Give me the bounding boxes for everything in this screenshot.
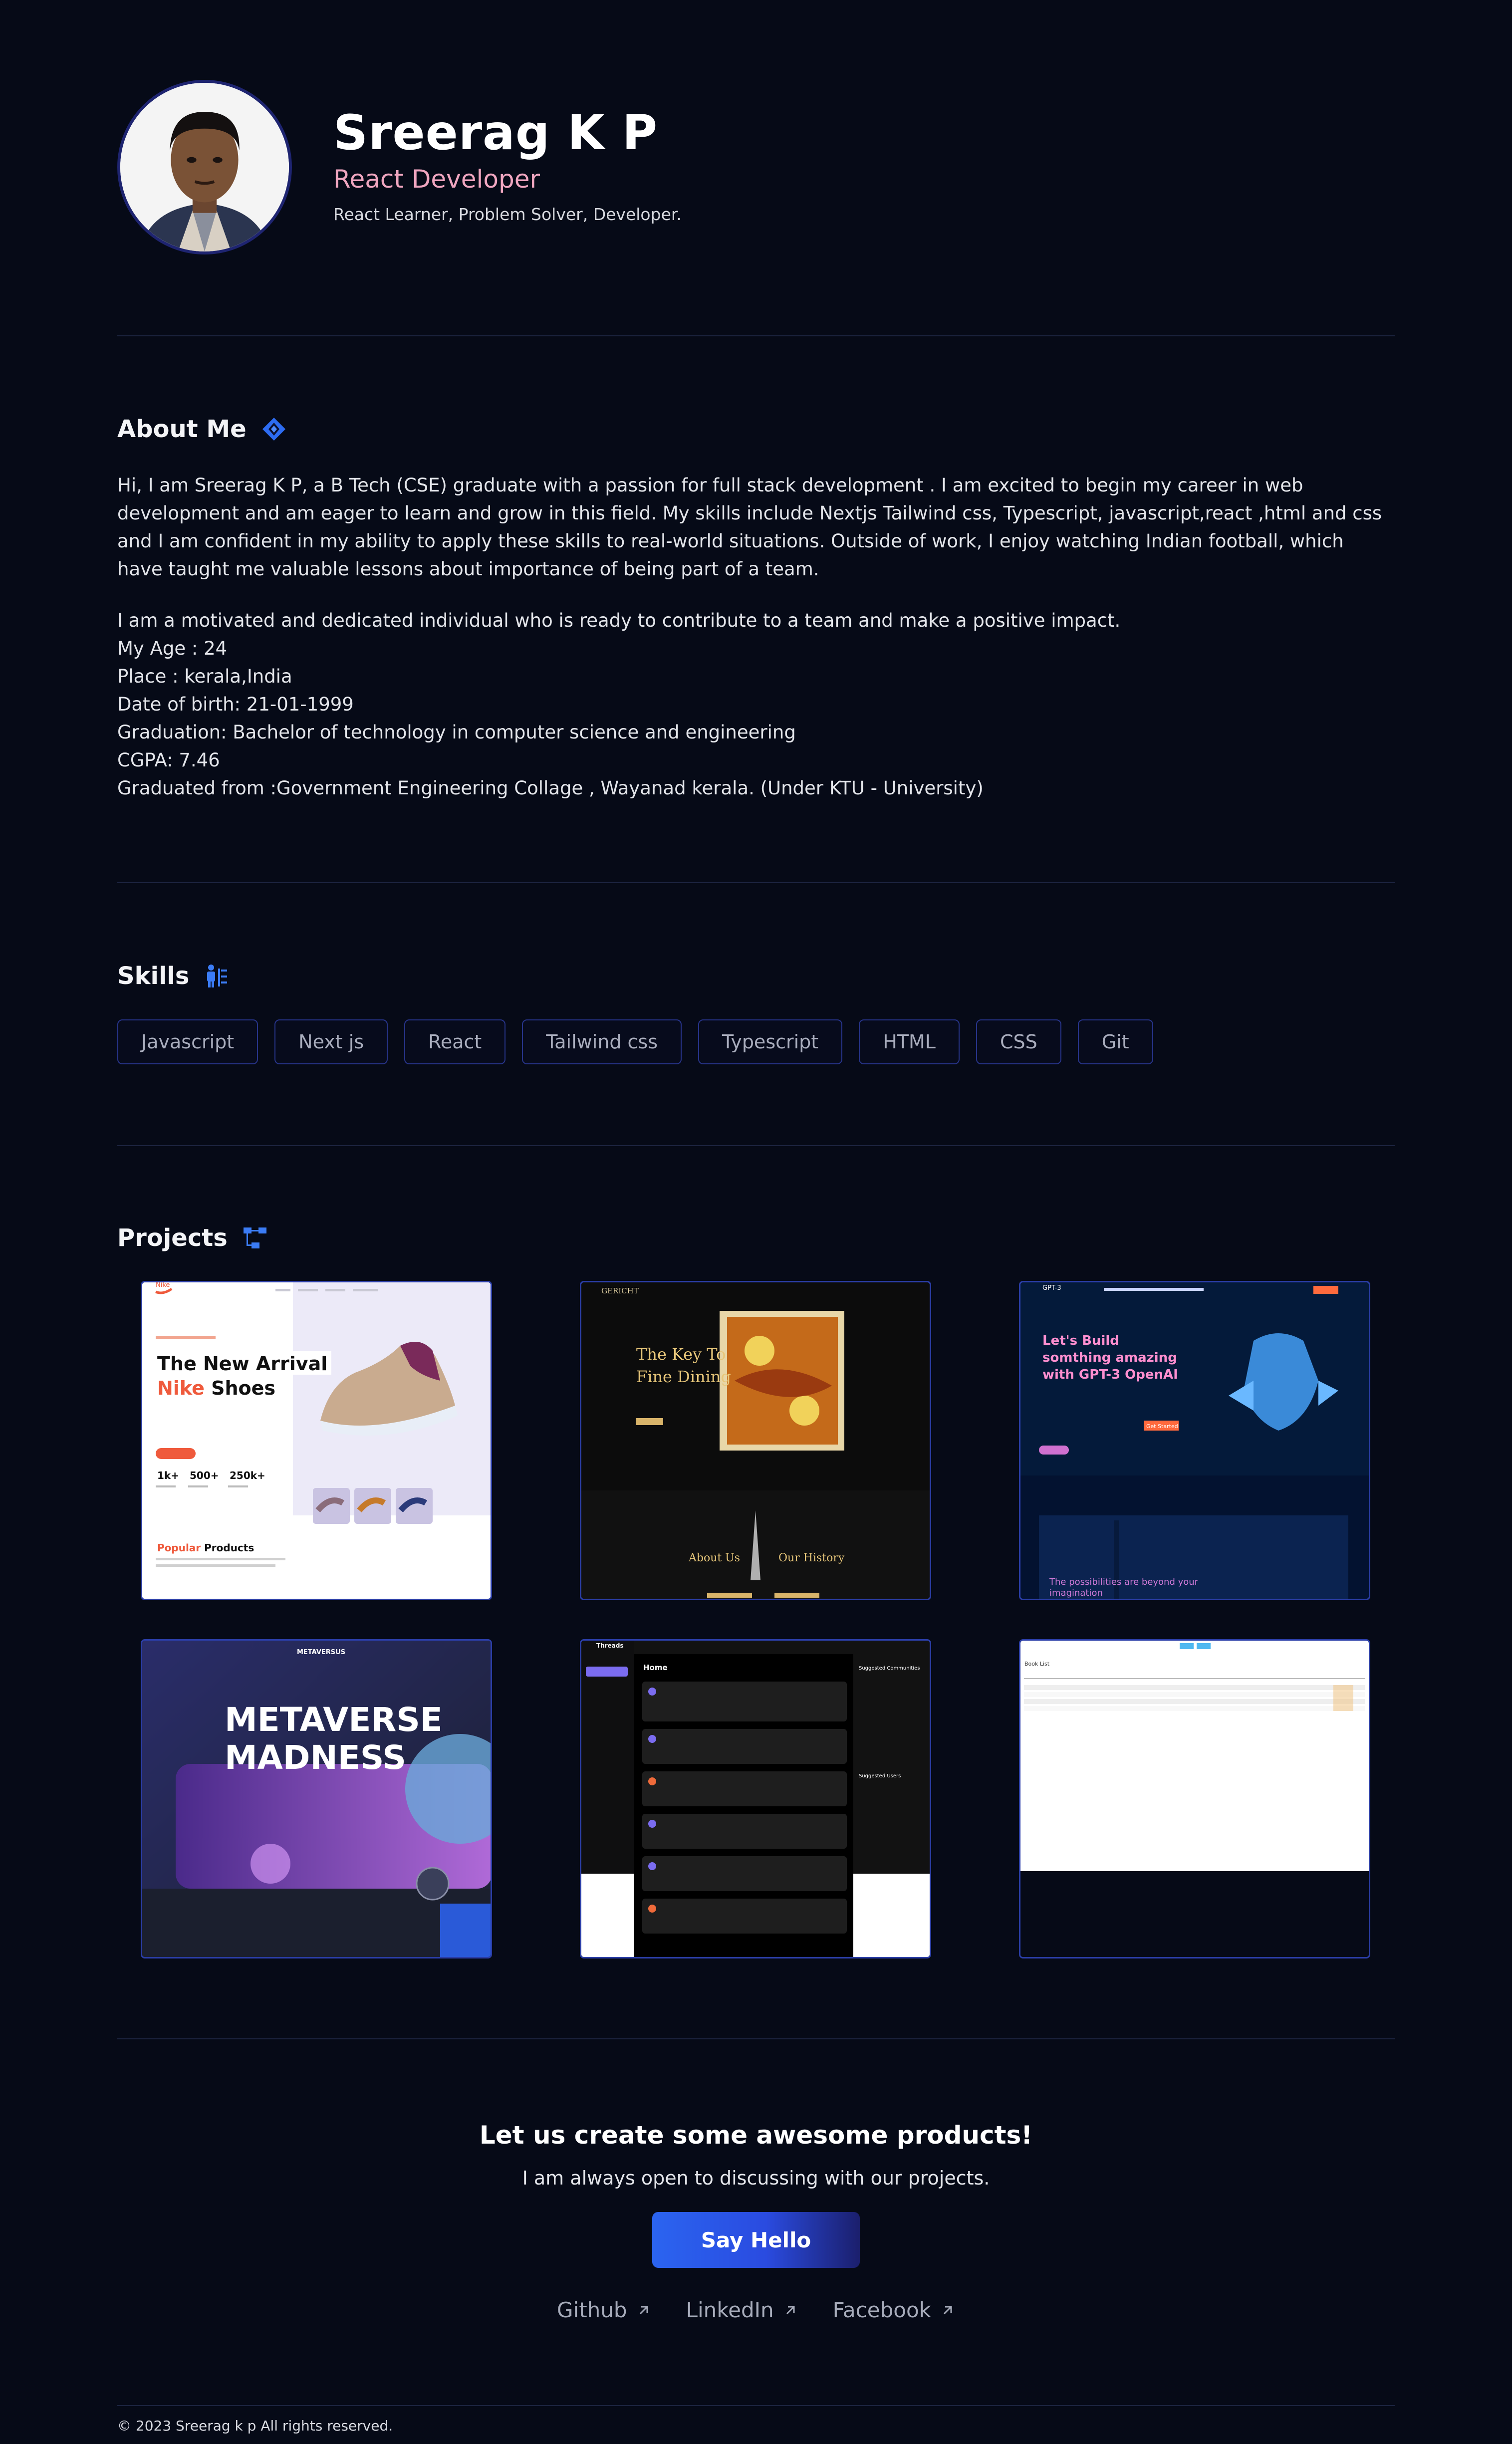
booklist-preview [1020,1641,1369,1957]
arrow-up-right-icon [786,2306,795,2314]
gpt3-bottom: The possibilities are beyond your imagin… [1049,1577,1199,1598]
about-line: Place : kerala,India [117,666,292,687]
gericht-headline-1: The Key To [636,1345,726,1364]
skill-chip: Javascript [117,1019,258,1064]
gpt3-button: Get Started [1146,1423,1178,1430]
profile-role: React Developer [333,165,540,194]
project-card-gpt3[interactable]: GPT-3 Let's Build somthing amazing with … [1019,1281,1370,1600]
about-title: About Me [117,415,247,443]
nike-popular: Popular Products [157,1542,254,1554]
nike-headline-2: Nike Shoes [157,1377,275,1399]
skill-chip: Tailwind css [522,1019,682,1064]
profile-header: Sreerag K P React Developer React Learne… [117,80,1395,254]
gericht-preview [581,1282,930,1599]
about-text: Hi, I am Sreerag K P, a B Tech (CSE) gra… [117,472,1395,802]
say-hello-button[interactable]: Say Hello [652,2212,860,2268]
divider [117,335,1395,336]
booklist-title: Book List [1024,1661,1050,1667]
about-line: Graduated from :Government Engineering C… [117,777,984,799]
about-heading: About Me [117,415,286,443]
skills-heading: Skills [117,962,229,990]
about-line: Graduation: Bachelor of technology in co… [117,722,796,743]
metaverse-line-1: METAVERSE [225,1701,443,1739]
about-details: I am a motivated and dedicated individua… [117,607,1395,802]
nike-stat: 500+ [190,1469,219,1481]
about-line: I am a motivated and dedicated individua… [117,610,1121,631]
nike-headline-rest: Shoes [204,1377,276,1399]
project-card-threads[interactable]: Threads Home Suggested Communities Sugge… [580,1639,931,1958]
skill-chip: CSS [976,1019,1061,1064]
gericht-history: Our History [778,1552,845,1564]
footer-copyright: © 2023 Sreerag k p All rights reserved. [117,2418,393,2434]
metaverse-line-2: MADNESS [225,1738,406,1777]
project-card-gericht[interactable]: GERICHT The Key To Fine Dining About Us … [580,1281,931,1600]
arrow-up-right-icon [639,2306,648,2314]
skills-icon [207,965,228,987]
github-link[interactable]: Github [557,2298,651,2322]
linkedin-link-label: LinkedIn [686,2298,774,2322]
project-card-nike[interactable]: Nike The New Arrival Nike Shoes 1k+ 500+… [141,1281,492,1600]
nike-stat: 250k+ [230,1469,265,1481]
social-links: Github LinkedIn Facebook [0,2298,1512,2322]
skills-list: Javascript Next js React Tailwind css Ty… [117,1019,1153,1064]
threads-home: Home [643,1663,668,1672]
skill-chip: Next js [274,1019,388,1064]
project-card-metaverse[interactable]: METAVERSUS METAVERSE MADNESS [141,1639,492,1958]
linkedin-link[interactable]: LinkedIn [686,2298,798,2322]
gpt3-preview [1020,1282,1369,1599]
hierarchy-icon [243,1227,266,1248]
nike-popular-rest: Products [201,1542,254,1554]
profile-name: Sreerag K P [333,105,658,161]
project-card-booklist[interactable]: Book List [1019,1639,1370,1958]
skill-chip: Typescript [698,1019,843,1064]
person-photo-icon [120,83,289,251]
about-line: CGPA: 7.46 [117,749,220,771]
diamond-icon [262,418,285,441]
profile-tagline: React Learner, Problem Solver, Developer… [333,205,682,224]
metaverse-brand: METAVERSUS [297,1649,346,1656]
projects-title: Projects [117,1224,228,1252]
nike-headline-accent: Nike [157,1377,205,1399]
skill-chip: Git [1077,1019,1153,1064]
about-line: Date of birth: 21-01-1999 [117,694,354,715]
divider [117,2405,1395,2406]
threads-suggested-communities: Suggested Communities [859,1666,920,1671]
divider [117,2038,1395,2039]
threads-preview [581,1641,930,1957]
projects-heading: Projects [117,1224,267,1252]
skill-chip: React [404,1019,506,1064]
gpt3-brand: GPT-3 [1042,1284,1061,1292]
about-line: My Age : 24 [117,638,228,659]
nike-stat: 1k+ [157,1469,179,1481]
nike-brand: Nike [156,1281,170,1289]
gericht-brand: GERICHT [601,1286,639,1295]
facebook-link-label: Facebook [832,2298,931,2322]
metaverse-preview [142,1641,491,1957]
gericht-headline-2: Fine Dining [636,1367,731,1386]
divider [117,882,1395,883]
facebook-link[interactable]: Facebook [833,2298,955,2322]
threads-brand: Threads [596,1642,624,1649]
projects-grid: Nike The New Arrival Nike Shoes 1k+ 500+… [141,1281,1373,1959]
skill-chip: HTML [859,1019,960,1064]
skills-title: Skills [117,962,190,990]
arrow-up-right-icon [943,2306,952,2314]
cta-subtitle: I am always open to discussing with our … [522,2167,990,2189]
divider [117,1145,1395,1146]
gpt3-headline: Let's Build somthing amazing with GPT-3 … [1042,1333,1178,1382]
avatar [117,80,292,254]
gericht-about: About Us [689,1552,741,1564]
threads-suggested-users: Suggested Users [859,1773,901,1779]
nike-popular-accent: Popular [157,1542,201,1554]
nike-headline-1: The New Arrival [157,1351,332,1375]
github-link-label: Github [557,2298,627,2322]
cta-title: Let us create some awesome products! [479,2121,1033,2150]
about-paragraph: Hi, I am Sreerag K P, a B Tech (CSE) gra… [117,475,1382,580]
